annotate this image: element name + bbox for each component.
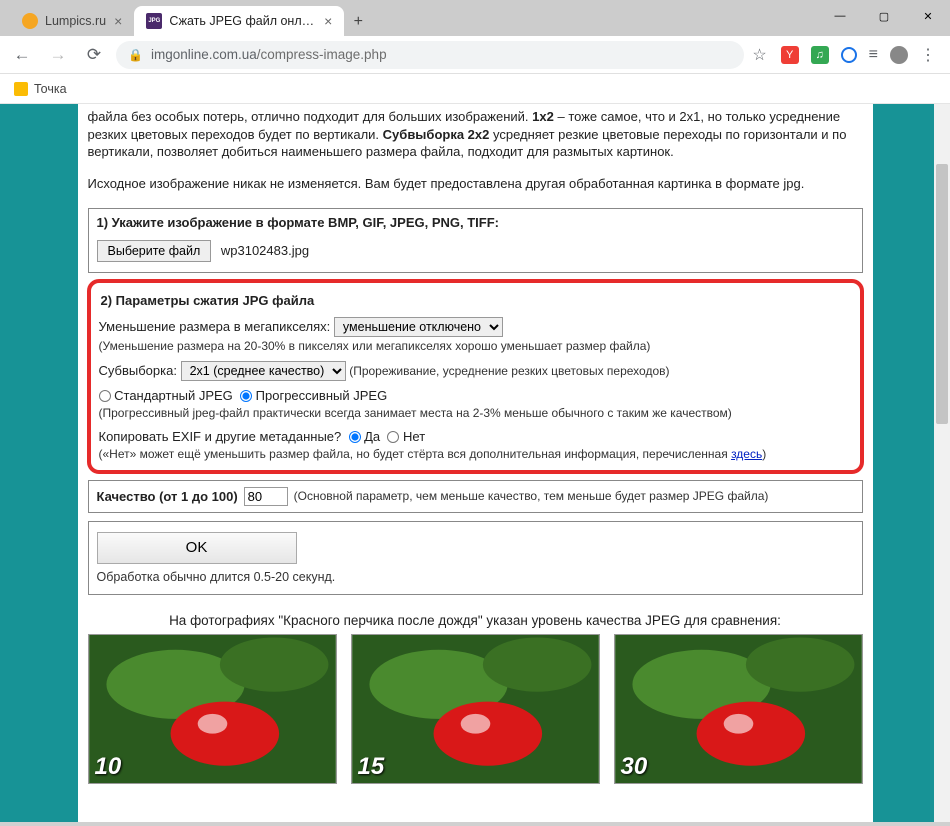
bookmark-folder[interactable]: Точка xyxy=(34,82,67,96)
submit-block: OK Обработка обычно длится 0.5-20 секунд… xyxy=(88,521,863,595)
favicon-icon xyxy=(22,13,38,29)
extension-icon[interactable]: Y xyxy=(781,46,799,64)
ok-button[interactable]: OK xyxy=(97,532,297,564)
jpeg-progressive-label: Прогрессивный JPEG xyxy=(256,388,388,403)
folder-icon xyxy=(14,82,28,96)
page-content: файла без особых потерь, отлично подходи… xyxy=(78,104,873,822)
scrollbar-track[interactable] xyxy=(934,104,950,822)
quality-label: Качество (от 1 до 100) xyxy=(97,489,238,504)
megapixel-select[interactable]: уменьшение отключено xyxy=(334,317,503,337)
step1-title: 1) Укажите изображение в формате BMP, GI… xyxy=(89,209,862,236)
favicon-icon: JPG xyxy=(146,13,162,29)
tab-lumpics[interactable]: Lumpics.ru × xyxy=(10,6,134,36)
page-viewport: файла без особых потерь, отлично подходи… xyxy=(0,104,950,822)
jpeg-standard-label: Стандартный JPEG xyxy=(114,388,233,403)
extension-icon[interactable]: ♫ xyxy=(811,46,829,64)
profile-avatar[interactable] xyxy=(890,46,908,64)
quality-badge: 30 xyxy=(621,753,648,781)
exif-yes-label: Да xyxy=(364,429,380,444)
extension-icons: Y ♫ ≡ ⋮ xyxy=(775,45,942,65)
thumbnail-row: 10 15 30 xyxy=(78,628,873,790)
subsample-hint: (Прореживание, усреднение резких цветовы… xyxy=(349,364,669,378)
exif-here-link[interactable]: здесь xyxy=(731,447,762,461)
forward-button[interactable]: → xyxy=(44,41,72,69)
reload-button[interactable]: ⟳ xyxy=(80,41,108,69)
text: 1x2 xyxy=(532,109,554,124)
window-titlebar: Lumpics.ru × JPG Сжать JPEG файл онлайн … xyxy=(0,0,950,36)
step2-block: 2) Параметры сжатия JPG файла Уменьшение… xyxy=(87,279,864,474)
exif-yes-radio[interactable] xyxy=(349,431,361,443)
tab-strip: Lumpics.ru × JPG Сжать JPEG файл онлайн … xyxy=(0,0,372,36)
close-icon[interactable]: × xyxy=(114,13,122,29)
quality-block: Качество (от 1 до 100) (Основной парамет… xyxy=(88,480,863,513)
reading-list-icon[interactable]: ≡ xyxy=(869,46,878,64)
window-footer xyxy=(0,822,950,826)
jpeg-progressive-radio[interactable] xyxy=(240,390,252,402)
thumbnail: 30 xyxy=(614,634,863,784)
compare-title: На фотографиях "Красного перчика после д… xyxy=(78,603,873,628)
tab-label: Lumpics.ru xyxy=(45,14,106,28)
lock-icon: 🔒 xyxy=(128,48,143,62)
star-icon[interactable]: ☆ xyxy=(752,45,766,65)
megapixel-label: Уменьшение размера в мегапикселях: xyxy=(99,319,331,334)
step1-block: 1) Укажите изображение в формате BMP, GI… xyxy=(88,208,863,273)
subsample-select[interactable]: 2x1 (среднее качество) xyxy=(181,361,346,381)
step2-title: 2) Параметры сжатия JPG файла xyxy=(93,287,858,314)
exif-hint: («Нет» может ещё уменьшить размер файла,… xyxy=(99,447,767,461)
scrollbar-thumb[interactable] xyxy=(936,164,948,424)
intro-text-2: Исходное изображение никак не изменяется… xyxy=(78,169,873,205)
exif-no-radio[interactable] xyxy=(387,431,399,443)
text: ) xyxy=(762,447,766,461)
bookmarks-bar: Точка xyxy=(0,74,950,104)
megapixel-hint: (Уменьшение размера на 20-30% в пикселях… xyxy=(99,339,651,353)
url-domain: imgonline.com.ua xyxy=(151,47,257,62)
menu-icon[interactable]: ⋮ xyxy=(920,45,936,65)
choose-file-button[interactable]: Выберите файл xyxy=(97,240,212,262)
exif-no-label: Нет xyxy=(403,429,425,444)
text: («Нет» может ещё уменьшить размер файла,… xyxy=(99,447,732,461)
quality-hint: (Основной параметр, чем меньше качество,… xyxy=(294,489,769,503)
tab-imgonline[interactable]: JPG Сжать JPEG файл онлайн - IMG × xyxy=(134,6,344,36)
quality-input[interactable] xyxy=(244,487,288,506)
back-button[interactable]: ← xyxy=(8,41,36,69)
minimize-button[interactable]: — xyxy=(818,0,862,32)
selected-filename: wp3102483.jpg xyxy=(221,243,309,258)
close-window-button[interactable]: ✕ xyxy=(906,0,950,32)
quality-badge: 15 xyxy=(358,753,385,781)
url-input[interactable]: 🔒 imgonline.com.ua/compress-image.php xyxy=(116,41,744,69)
thumbnail: 15 xyxy=(351,634,600,784)
text: файла без особых потерь, отлично подходи… xyxy=(88,109,533,124)
jpeg-hint: (Прогрессивный jpeg-файл практически все… xyxy=(99,406,732,420)
close-icon[interactable]: × xyxy=(324,13,332,29)
subsample-label: Субвыборка: xyxy=(99,363,177,378)
intro-text: файла без особых потерь, отлично подходи… xyxy=(78,104,873,169)
tab-label: Сжать JPEG файл онлайн - IMG xyxy=(169,14,316,28)
text: Субвыборка 2x2 xyxy=(383,127,490,142)
window-controls: — ▢ ✕ xyxy=(818,0,950,32)
extension-icon[interactable] xyxy=(841,47,857,63)
thumbnail: 10 xyxy=(88,634,337,784)
submit-hint: Обработка обычно длится 0.5-20 секунд. xyxy=(97,570,854,584)
jpeg-standard-radio[interactable] xyxy=(99,390,111,402)
url-path: /compress-image.php xyxy=(257,47,387,62)
exif-label: Копировать EXIF и другие метаданные? xyxy=(99,429,342,444)
address-bar: ← → ⟳ 🔒 imgonline.com.ua/compress-image.… xyxy=(0,36,950,74)
quality-badge: 10 xyxy=(95,753,122,781)
new-tab-button[interactable]: + xyxy=(344,8,372,36)
maximize-button[interactable]: ▢ xyxy=(862,0,906,32)
